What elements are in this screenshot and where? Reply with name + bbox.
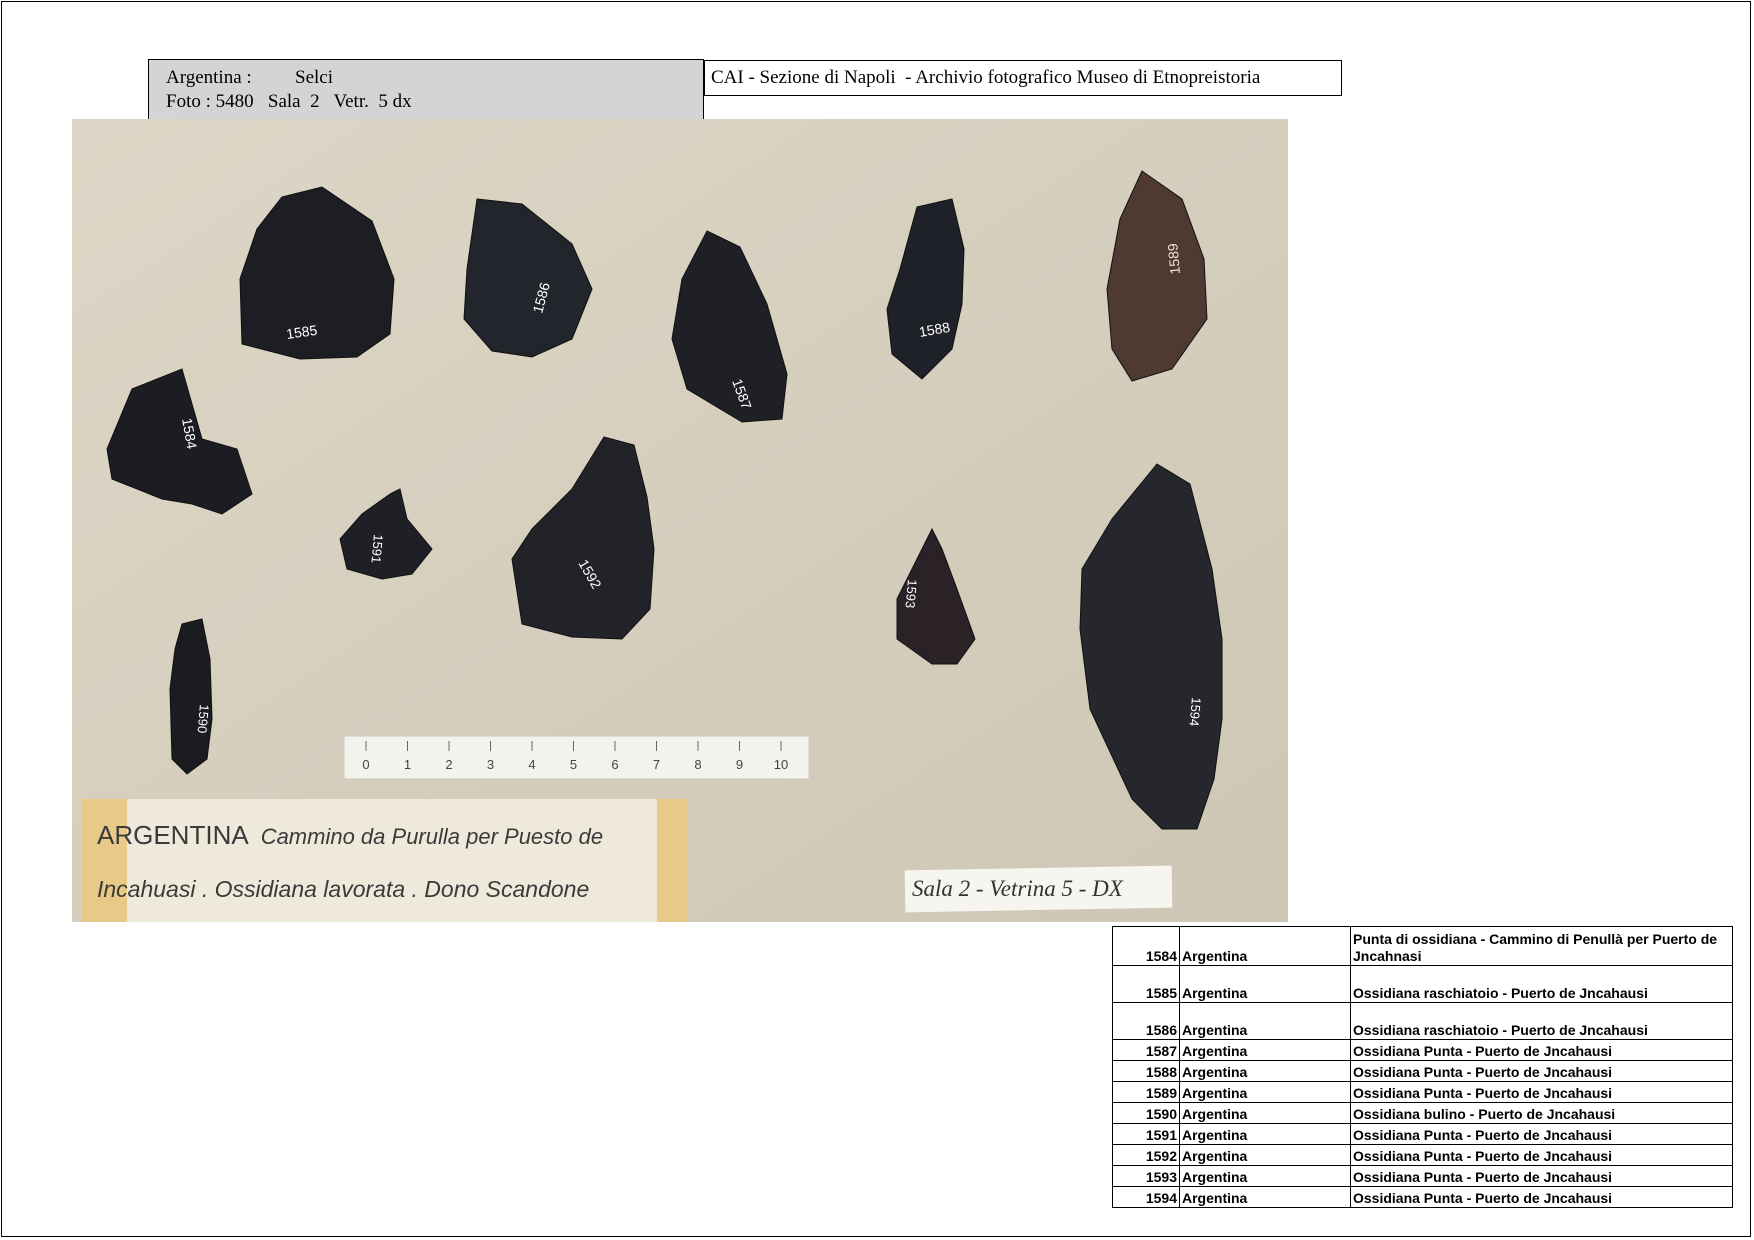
svg-text:Sala 2 - Vetrina 5 - DX: Sala 2 - Vetrina 5 - DX bbox=[912, 876, 1124, 901]
catalog-number: 1591 bbox=[1112, 1123, 1180, 1145]
catalog-country: Argentina bbox=[1179, 1039, 1351, 1061]
catalog-row: 1594 Argentina Ossidiana Punta - Puerto de… bbox=[1112, 1186, 1733, 1208]
catalog-description: Ossidiana raschiatoio - Puerto de Jncaha… bbox=[1350, 1002, 1733, 1040]
catalog-number: 1587 bbox=[1112, 1039, 1180, 1061]
catalog-country: Argentina bbox=[1179, 1102, 1351, 1124]
artifact-number: 1593 bbox=[902, 579, 919, 609]
svg-text:Incahuasi . Ossidiana lavorata: Incahuasi . Ossidiana lavorata . Dono Sc… bbox=[97, 876, 589, 902]
catalog-country: Argentina bbox=[1179, 965, 1351, 1003]
catalog-table: 1584 Argentina Punta di ossidiana - Cammin… bbox=[1112, 926, 1733, 1208]
catalog-number: 1592 bbox=[1112, 1144, 1180, 1166]
sala-label: Sala 2 - Vetrina 5 - DX bbox=[904, 865, 1173, 913]
ruler-tick-label: 7 bbox=[653, 757, 660, 772]
ruler-tick-label: 8 bbox=[694, 757, 701, 772]
catalog-row: 1589 Argentina Ossidiana Punta - Puerto de… bbox=[1112, 1081, 1733, 1103]
artifact-number: 1594 bbox=[1186, 697, 1203, 727]
catalog-number: 1589 bbox=[1112, 1081, 1180, 1103]
catalog-description: Ossidiana bulino - Puerto de Jncahausi bbox=[1350, 1102, 1733, 1124]
catalog-number: 1584 bbox=[1112, 926, 1180, 966]
catalog-country: Argentina bbox=[1179, 1186, 1351, 1208]
ruler-tick-label: 5 bbox=[570, 757, 577, 772]
ruler-tick-label: 6 bbox=[611, 757, 618, 772]
catalog-number: 1593 bbox=[1112, 1165, 1180, 1187]
catalog-row: 1592 Argentina Ossidiana Punta - Puerto de… bbox=[1112, 1144, 1733, 1166]
ruler-tick-label: 3 bbox=[487, 757, 494, 772]
catalog-row: 1593 Argentina Ossidiana Punta - Puerto de… bbox=[1112, 1165, 1733, 1187]
catalog-country: Argentina bbox=[1179, 1081, 1351, 1103]
catalog-number: 1594 bbox=[1112, 1186, 1180, 1208]
artifact-number: 1591 bbox=[368, 534, 385, 564]
material-label: Selci bbox=[295, 67, 333, 88]
catalog-row: 1584 Argentina Punta di ossidiana - Cammin… bbox=[1112, 926, 1733, 966]
catalog-row: 1587 Argentina Ossidiana Punta - Puerto de… bbox=[1112, 1039, 1733, 1061]
catalog-number: 1590 bbox=[1112, 1102, 1180, 1124]
country-label: Argentina : bbox=[166, 67, 252, 88]
svg-text:ARGENTINACammino da Purulla pe: ARGENTINA Cammino da Purulla per Puesto d… bbox=[97, 820, 603, 850]
catalog-row: 1585 Argentina Ossidiana raschiatoio - Pue… bbox=[1112, 965, 1733, 1003]
catalog-country: Argentina bbox=[1179, 1165, 1351, 1187]
catalog-description: Ossidiana Punta - Puerto de Jncahausi bbox=[1350, 1165, 1733, 1187]
photo-reference: Foto : 5480 Sala 2 Vetr. 5 dx bbox=[166, 91, 412, 112]
catalog-country: Argentina bbox=[1179, 1060, 1351, 1082]
catalog-country: Argentina bbox=[1179, 1002, 1351, 1040]
catalog-description: Ossidiana Punta - Puerto de Jncahausi bbox=[1350, 1039, 1733, 1061]
scale-ruler: 0 1 2 3 4 5 6 7 8 9 10 bbox=[343, 735, 810, 780]
catalog-description: Ossidiana Punta - Puerto de Jncahausi bbox=[1350, 1186, 1733, 1208]
catalog-country: Argentina bbox=[1179, 1123, 1351, 1145]
artifact-photo: 1585 1586 1587 1588 1589 1584 1591 1592 … bbox=[72, 119, 1288, 922]
ruler-tick-label: 0 bbox=[362, 757, 369, 772]
catalog-row: 1588 Argentina Ossidiana Punta - Puerto de… bbox=[1112, 1060, 1733, 1082]
catalog-number: 1585 bbox=[1112, 965, 1180, 1003]
catalog-number: 1586 bbox=[1112, 1002, 1180, 1040]
ruler-tick-label: 2 bbox=[445, 757, 452, 772]
catalog-row: 1586 Argentina Ossidiana raschiatoio - Pue… bbox=[1112, 1002, 1733, 1040]
catalog-row: 1590 Argentina Ossidiana bulino - Puerto d… bbox=[1112, 1102, 1733, 1124]
catalog-description: Ossidiana Punta - Puerto de Jncahausi bbox=[1350, 1144, 1733, 1166]
catalog-description: Ossidiana raschiatoio - Puerto de Jncaha… bbox=[1350, 965, 1733, 1003]
photo-info-box: Argentina : Selci Foto : 5480 Sala 2 Vetr… bbox=[148, 59, 704, 124]
catalog-description: Ossidiana Punta - Puerto de Jncahausi bbox=[1350, 1060, 1733, 1082]
catalog-description: Ossidiana Punta - Puerto de Jncahausi bbox=[1350, 1081, 1733, 1103]
catalog-country: Argentina bbox=[1179, 926, 1351, 966]
archive-title: CAI - Sezione di Napoli - Archivio fotog… bbox=[704, 60, 1342, 96]
ruler-tick-label: 10 bbox=[774, 757, 788, 772]
ruler-tick-label: 1 bbox=[404, 757, 411, 772]
ruler-tick-label: 9 bbox=[736, 757, 743, 772]
artifact-number: 1590 bbox=[194, 704, 211, 734]
artifact-number: 1589 bbox=[1164, 242, 1183, 275]
catalog-number: 1588 bbox=[1112, 1060, 1180, 1082]
specimen-label: ARGENTINA Cammino da Purulla per Puesto d… bbox=[82, 799, 687, 922]
ruler-tick-label: 4 bbox=[528, 757, 535, 772]
catalog-description: Punta di ossidiana - Cammino di Penullà … bbox=[1350, 926, 1733, 966]
catalog-description: Ossidiana Punta - Puerto de Jncahausi bbox=[1350, 1123, 1733, 1145]
catalog-country: Argentina bbox=[1179, 1144, 1351, 1166]
catalog-row: 1591 Argentina Ossidiana Punta - Puerto de… bbox=[1112, 1123, 1733, 1145]
